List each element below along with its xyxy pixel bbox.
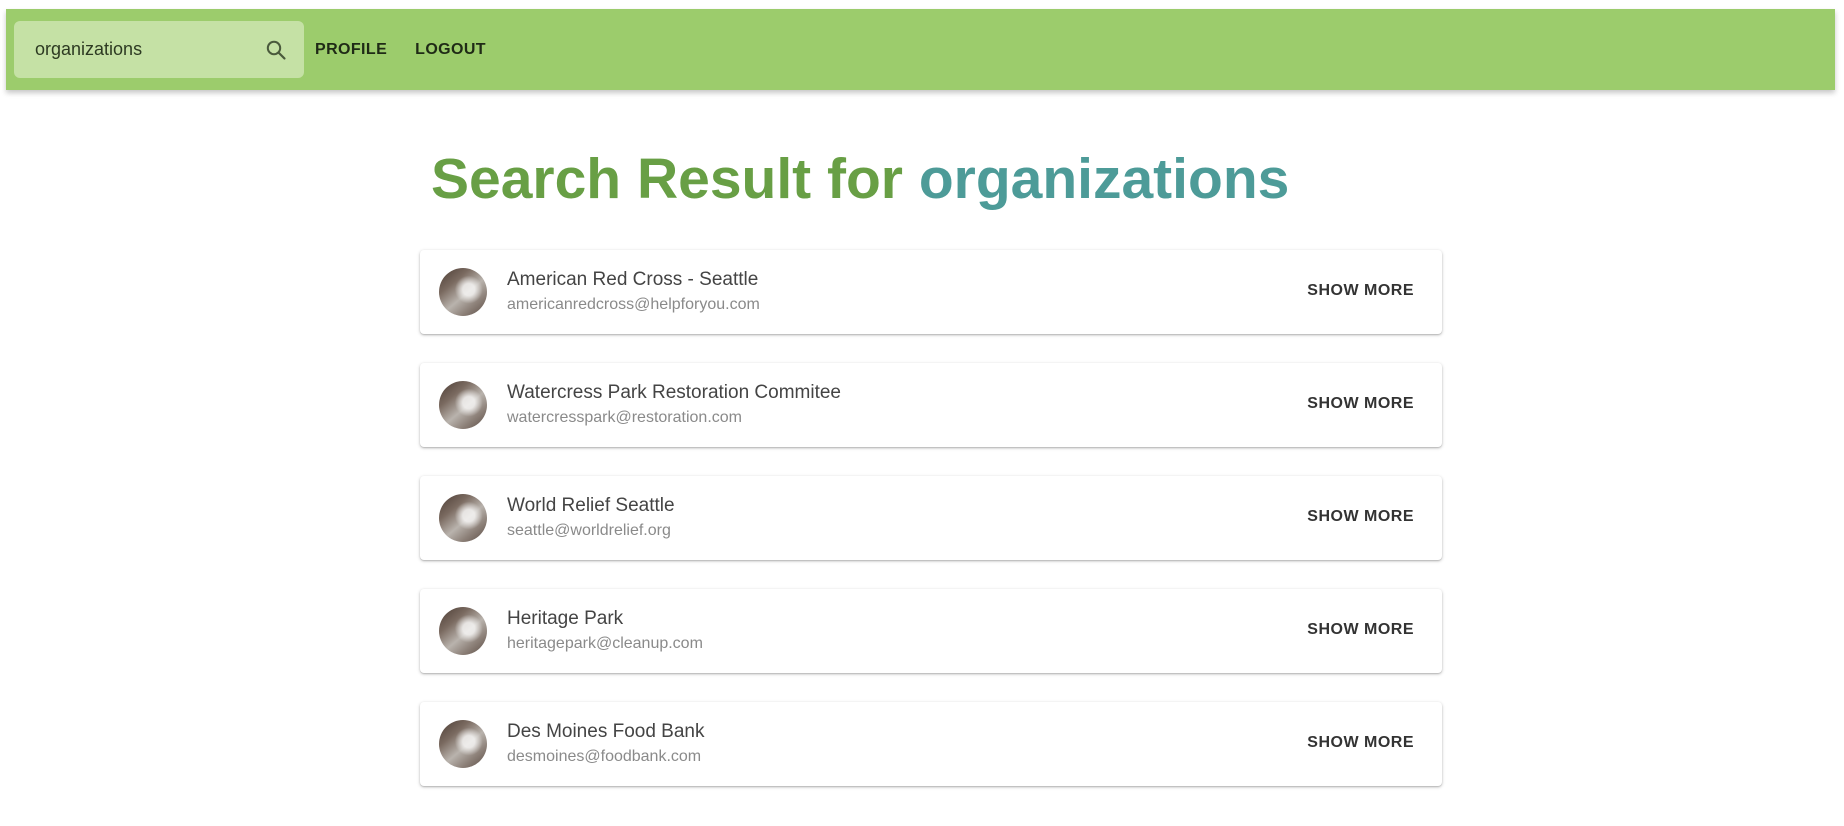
avatar xyxy=(439,268,487,316)
result-card: World Relief Seattle seattle@worldrelief… xyxy=(420,476,1442,560)
organization-name: American Red Cross - Seattle xyxy=(507,269,759,290)
profile-link[interactable]: PROFILE xyxy=(306,35,396,65)
page-title-query: organizations xyxy=(918,147,1290,211)
result-text: Des Moines Food Bank desmoines@foodbank.… xyxy=(507,720,705,768)
page-title: Search Result for organizations xyxy=(431,145,1289,213)
show-more-button[interactable]: SHOW MORE xyxy=(1297,278,1424,304)
search-icon[interactable] xyxy=(264,38,288,62)
result-text: Heritage Park heritagepark@cleanup.com xyxy=(507,607,703,655)
organization-name: Heritage Park xyxy=(507,608,624,629)
avatar xyxy=(439,607,487,655)
avatar xyxy=(439,381,487,429)
organization-email: seattle@worldrelief.org xyxy=(507,522,671,539)
result-card: Watercress Park Restoration Commitee wat… xyxy=(420,363,1442,447)
page-title-prefix: Search Result for xyxy=(431,147,919,211)
result-text: American Red Cross - Seattle americanred… xyxy=(507,268,760,316)
result-card: Des Moines Food Bank desmoines@foodbank.… xyxy=(420,702,1442,786)
organization-name: Des Moines Food Bank xyxy=(507,721,705,742)
result-card: American Red Cross - Seattle americanred… xyxy=(420,250,1442,334)
show-more-button[interactable]: SHOW MORE xyxy=(1297,617,1424,643)
avatar xyxy=(439,494,487,542)
logout-link[interactable]: LOGOUT xyxy=(406,35,495,65)
result-text: Watercress Park Restoration Commitee wat… xyxy=(507,381,841,429)
results-list: American Red Cross - Seattle americanred… xyxy=(420,250,1442,815)
organization-email: americanredcross@helpforyou.com xyxy=(507,296,760,313)
organization-name: Watercress Park Restoration Commitee xyxy=(507,382,842,403)
organization-name: World Relief Seattle xyxy=(507,495,675,516)
avatar xyxy=(439,720,487,768)
app-bar: PROFILE LOGOUT xyxy=(6,9,1835,90)
organization-email: watercresspark@restoration.com xyxy=(507,409,742,426)
show-more-button[interactable]: SHOW MORE xyxy=(1297,504,1424,530)
search-box[interactable] xyxy=(14,21,304,78)
show-more-button[interactable]: SHOW MORE xyxy=(1297,730,1424,756)
result-text: World Relief Seattle seattle@worldrelief… xyxy=(507,494,675,542)
show-more-button[interactable]: SHOW MORE xyxy=(1297,391,1424,417)
organization-email: desmoines@foodbank.com xyxy=(507,748,702,765)
organization-email: heritagepark@cleanup.com xyxy=(507,635,703,652)
result-card: Heritage Park heritagepark@cleanup.com S… xyxy=(420,589,1442,673)
search-input[interactable] xyxy=(33,38,257,61)
